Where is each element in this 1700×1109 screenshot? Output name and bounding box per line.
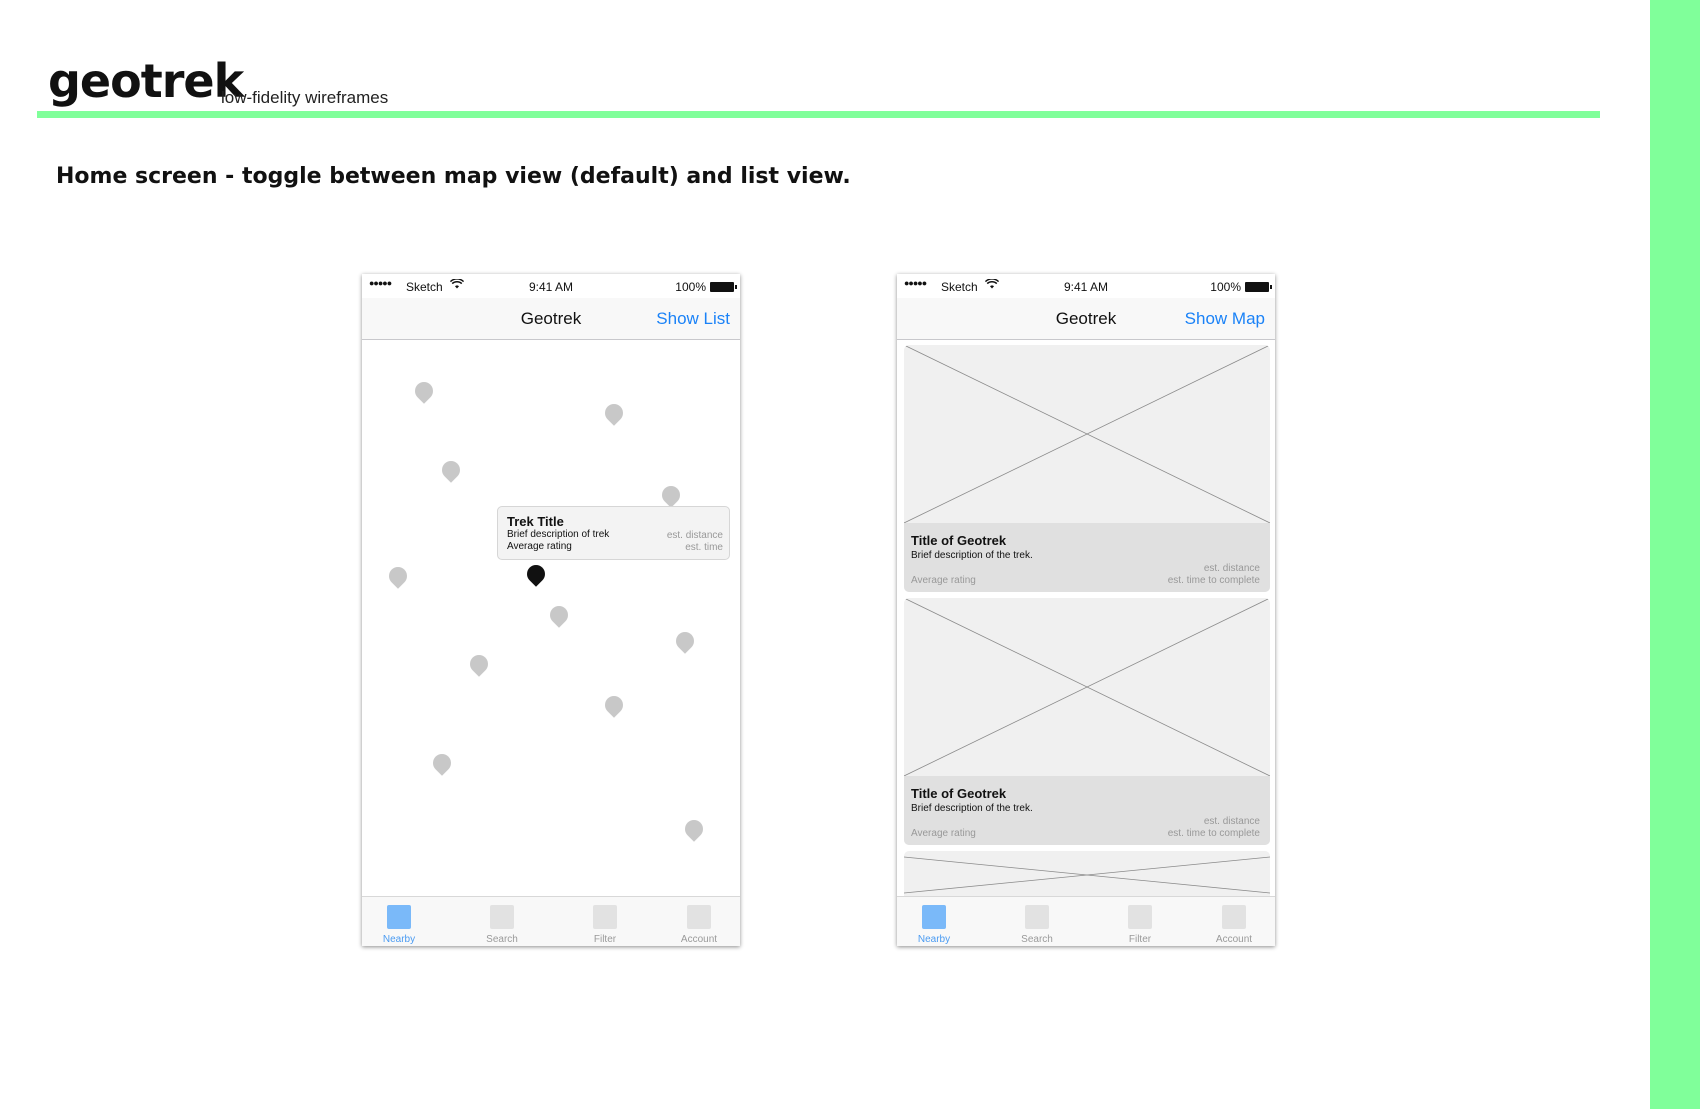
- account-icon: [687, 905, 711, 929]
- card-time: est. time to complete: [1167, 828, 1260, 839]
- map-pin-icon[interactable]: [385, 563, 411, 589]
- map-pin-icon[interactable]: [429, 750, 455, 776]
- map-view[interactable]: [362, 340, 740, 896]
- image-placeholder-icon: [904, 598, 1270, 776]
- trek-callout[interactable]: Trek Title Brief description of trek Ave…: [497, 506, 730, 560]
- tab-search[interactable]: Search: [455, 897, 549, 946]
- trek-card[interactable]: Title of Geotrek Brief description of th…: [904, 598, 1270, 845]
- status-bar: ●●●●● Sketch 9:41 AM 100%: [897, 274, 1275, 298]
- trek-list[interactable]: Title of Geotrek Brief description of th…: [897, 340, 1275, 896]
- nearby-icon: [922, 905, 946, 929]
- tab-filter[interactable]: Filter: [558, 897, 652, 946]
- header-subtitle: low-fidelity wireframes: [221, 88, 389, 107]
- battery-percent: 100%: [1210, 280, 1241, 294]
- show-map-button[interactable]: Show Map: [1185, 309, 1265, 329]
- filter-icon: [1128, 905, 1152, 929]
- search-icon: [490, 905, 514, 929]
- screen-caption: Home screen - toggle between map view (d…: [56, 164, 851, 189]
- filter-icon: [593, 905, 617, 929]
- battery-icon: [1245, 282, 1272, 292]
- card-info: Title of Geotrek Brief description of th…: [904, 523, 1270, 592]
- selected-map-pin-icon[interactable]: [523, 561, 549, 587]
- card-time: est. time to complete: [1167, 575, 1260, 586]
- callout-time: est. time: [685, 542, 723, 553]
- card-distance: est. distance: [1203, 563, 1260, 574]
- logo-title: geotrek: [48, 54, 244, 108]
- header-divider: [37, 111, 1600, 118]
- tab-account[interactable]: Account: [1187, 897, 1275, 946]
- callout-description: Brief description of trek: [507, 529, 610, 540]
- map-pin-icon[interactable]: [601, 400, 627, 426]
- card-description: Brief description of the trek.: [911, 550, 1033, 561]
- status-bar: ●●●●● Sketch 9:41 AM 100%: [362, 274, 740, 298]
- tab-account[interactable]: Account: [652, 897, 740, 946]
- tab-bar: Nearby Search Filter Account: [897, 896, 1275, 946]
- search-icon: [1025, 905, 1049, 929]
- tab-label: Account: [1215, 934, 1253, 945]
- callout-distance: est. distance: [666, 530, 723, 541]
- card-description: Brief description of the trek.: [911, 803, 1033, 814]
- card-rating: Average rating: [911, 828, 976, 839]
- image-placeholder-icon: [904, 345, 1270, 523]
- tab-label: Search: [1021, 934, 1053, 945]
- navigation-bar: Geotrek Show List: [362, 298, 740, 340]
- tab-label: Search: [486, 934, 518, 945]
- trek-card[interactable]: [904, 851, 1270, 896]
- show-list-button[interactable]: Show List: [656, 309, 730, 329]
- card-distance: est. distance: [1203, 816, 1260, 827]
- map-pin-icon[interactable]: [672, 628, 698, 654]
- map-pin-icon[interactable]: [546, 602, 572, 628]
- battery-icon: [710, 282, 737, 292]
- callout-title: Trek Title: [507, 514, 564, 529]
- tab-label: Filter: [1128, 934, 1152, 945]
- tab-filter[interactable]: Filter: [1093, 897, 1187, 946]
- tab-bar: Nearby Search Filter Account: [362, 896, 740, 946]
- nearby-icon: [387, 905, 411, 929]
- map-pin-icon[interactable]: [466, 651, 492, 677]
- phone-map-view: ●●●●● Sketch 9:41 AM 100% Geotrek Show L…: [362, 274, 740, 946]
- tab-label: Nearby: [382, 934, 416, 945]
- card-rating: Average rating: [911, 575, 976, 586]
- tab-nearby[interactable]: Nearby: [897, 897, 981, 946]
- tab-label: Filter: [593, 934, 617, 945]
- map-pin-icon[interactable]: [681, 816, 707, 842]
- tab-nearby[interactable]: Nearby: [362, 897, 446, 946]
- map-pin-icon[interactable]: [658, 482, 684, 508]
- navigation-bar: Geotrek Show Map: [897, 298, 1275, 340]
- card-title: Title of Geotrek: [911, 786, 1007, 801]
- map-pin-icon[interactable]: [438, 457, 464, 483]
- map-pin-icon[interactable]: [601, 692, 627, 718]
- card-info: Title of Geotrek Brief description of th…: [904, 776, 1270, 845]
- image-placeholder-icon: [904, 856, 1270, 894]
- tab-label: Nearby: [917, 934, 951, 945]
- tab-search[interactable]: Search: [990, 897, 1084, 946]
- account-icon: [1222, 905, 1246, 929]
- green-side-bar: [1650, 0, 1700, 1109]
- card-title: Title of Geotrek: [911, 533, 1007, 548]
- battery-percent: 100%: [675, 280, 706, 294]
- trek-card[interactable]: Title of Geotrek Brief description of th…: [904, 345, 1270, 592]
- callout-rating: Average rating: [507, 541, 572, 552]
- map-pin-icon[interactable]: [411, 378, 437, 404]
- phone-list-view: ●●●●● Sketch 9:41 AM 100% Geotrek Show M…: [897, 274, 1275, 946]
- tab-label: Account: [680, 934, 718, 945]
